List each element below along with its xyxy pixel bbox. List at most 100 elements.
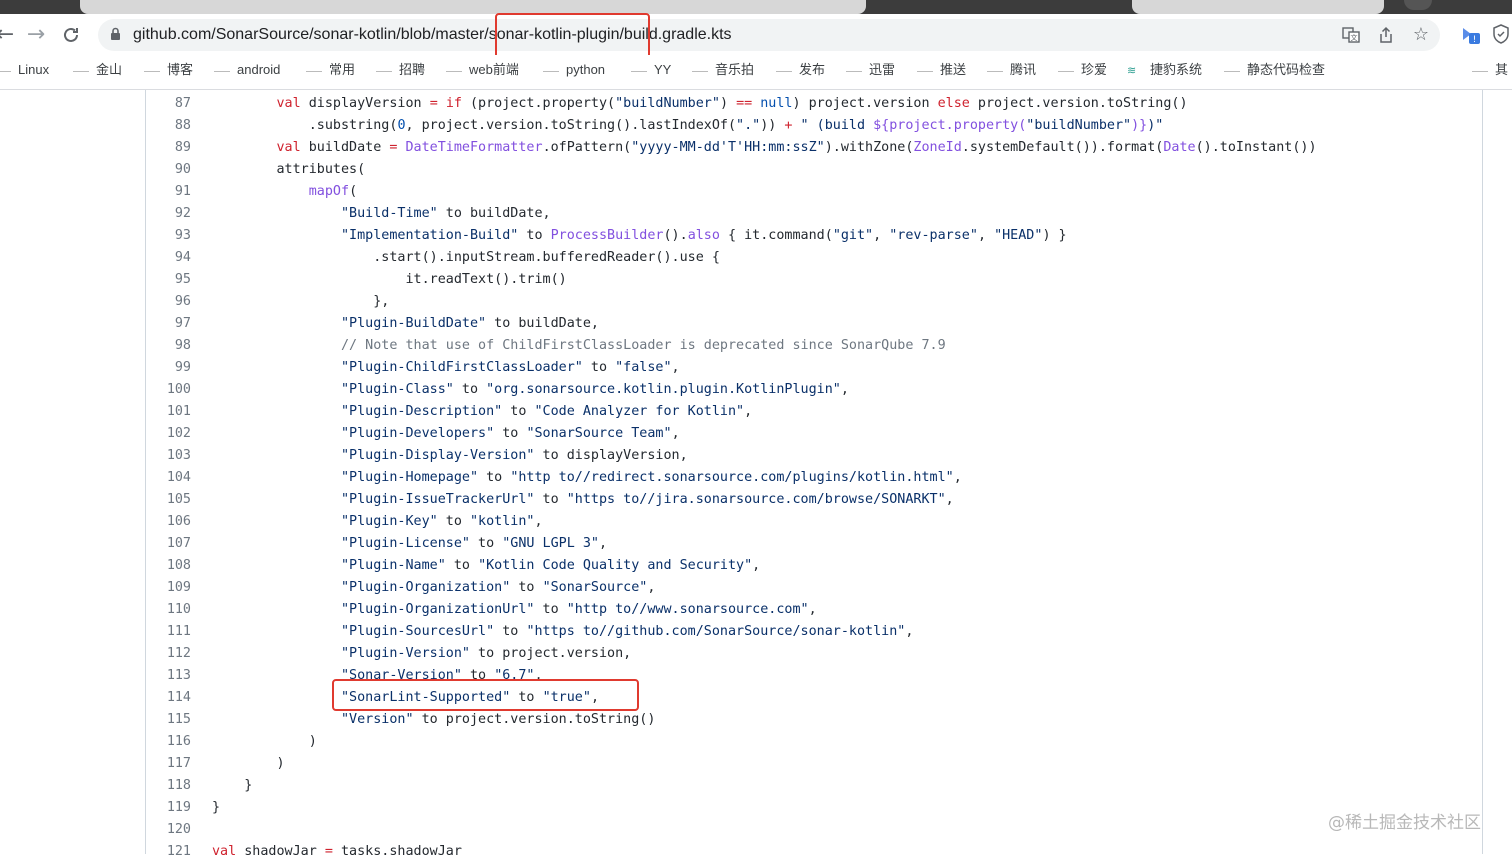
- code-line: 95 it.readText().trim(): [146, 269, 1482, 291]
- line-number[interactable]: 97: [146, 313, 191, 335]
- line-number[interactable]: 114: [146, 687, 191, 709]
- code-token: val: [276, 96, 301, 111]
- line-number[interactable]: 94: [146, 247, 191, 269]
- bookmark-item[interactable]: android: [214, 60, 280, 80]
- translate-icon[interactable]: 文: [1340, 24, 1362, 46]
- bookmark-item[interactable]: ≋ 捷豹系统: [1127, 60, 1202, 80]
- line-number[interactable]: 113: [146, 665, 191, 687]
- code-token: "Implementation-Build": [341, 228, 519, 243]
- new-tab-button[interactable]: [1404, 0, 1432, 10]
- bookmark-item[interactable]: 招聘: [376, 60, 425, 80]
- code-token: tasks.shadowJar: [332, 844, 462, 859]
- bookmark-item[interactable]: 博客: [144, 60, 193, 80]
- code-token: ${project.property(: [873, 118, 1027, 133]
- line-number[interactable]: 93: [146, 225, 191, 247]
- code-line: 98 // Note that use of ChildFirstClassLo…: [146, 335, 1482, 357]
- line-number[interactable]: 102: [146, 423, 191, 445]
- line-number[interactable]: 106: [146, 511, 191, 533]
- line-number[interactable]: 118: [146, 775, 191, 797]
- line-number[interactable]: 90: [146, 159, 191, 181]
- line-number[interactable]: 96: [146, 291, 191, 313]
- line-number[interactable]: 101: [146, 401, 191, 423]
- bookmark-item[interactable]: 常用: [306, 60, 355, 80]
- line-number[interactable]: 91: [146, 181, 191, 203]
- code-token: )): [760, 118, 785, 133]
- line-number[interactable]: 105: [146, 489, 191, 511]
- url-path: /SonarSource/sonar-kotlin/blob/master/so…: [211, 26, 732, 43]
- bookmark-item[interactable]: 迅雷: [846, 60, 895, 80]
- code-line: 120: [146, 819, 1482, 841]
- bookmark-overflow[interactable]: 其: [1472, 60, 1508, 80]
- line-number[interactable]: 117: [146, 753, 191, 775]
- code-token: "git": [832, 228, 874, 243]
- code-token: , project.version.toString().lastIndexOf…: [405, 118, 737, 133]
- folder-icon: [1472, 70, 1488, 72]
- code-token: also: [687, 228, 720, 243]
- code-text: val buildDate = DateTimeFormatter.ofPatt…: [212, 137, 1317, 159]
- bookmark-item[interactable]: 推送: [917, 60, 966, 80]
- bookmark-item[interactable]: 金山: [73, 60, 122, 80]
- browser-tab[interactable]: [80, 0, 866, 14]
- line-number[interactable]: 103: [146, 445, 191, 467]
- line-number[interactable]: 92: [146, 203, 191, 225]
- code-token: attributes(: [212, 162, 366, 177]
- reload-icon[interactable]: [58, 22, 84, 48]
- back-arrow-icon[interactable]: ←: [0, 22, 18, 48]
- line-number[interactable]: 87: [146, 93, 191, 115]
- line-number[interactable]: 104: [146, 467, 191, 489]
- code-token: ==: [736, 96, 753, 111]
- bookmark-item[interactable]: 音乐拍: [692, 60, 754, 80]
- code-token: ) project.version: [792, 96, 938, 111]
- tab-strip: [0, 0, 1512, 14]
- bookmark-item[interactable]: Linux: [0, 60, 49, 80]
- line-number[interactable]: 120: [146, 819, 191, 841]
- line-number[interactable]: 89: [146, 137, 191, 159]
- code-text: },: [212, 291, 389, 313]
- line-number[interactable]: 112: [146, 643, 191, 665]
- line-number[interactable]: 99: [146, 357, 191, 379]
- line-number[interactable]: 115: [146, 709, 191, 731]
- bookmark-item[interactable]: 发布: [776, 60, 825, 80]
- line-number[interactable]: 111: [146, 621, 191, 643]
- bookmark-item[interactable]: 珍爱: [1058, 60, 1107, 80]
- line-number[interactable]: 88: [146, 115, 191, 137]
- extension-icon[interactable]: !: [1460, 24, 1482, 46]
- code-token: .start().inputStream.bufferedReader().us…: [212, 250, 720, 265]
- line-number[interactable]: 108: [146, 555, 191, 577]
- shield-icon[interactable]: [1492, 24, 1512, 46]
- forward-arrow-icon[interactable]: →: [23, 22, 49, 48]
- code-text: "Version" to project.version.toString(): [212, 709, 655, 731]
- code-token: "SonarSource": [542, 580, 648, 595]
- code-token: ,: [808, 602, 817, 617]
- line-number[interactable]: 119: [146, 797, 191, 819]
- bookmark-item[interactable]: 腾讯: [987, 60, 1036, 80]
- line-number[interactable]: 95: [146, 269, 191, 291]
- code-token: "Plugin-Name": [341, 558, 446, 573]
- code-token: to: [445, 558, 479, 573]
- line-number[interactable]: 100: [146, 379, 191, 401]
- bookmark-item[interactable]: python: [543, 60, 605, 80]
- line-number[interactable]: 109: [146, 577, 191, 599]
- bookmark-label: web前端: [469, 62, 519, 77]
- share-icon[interactable]: [1375, 24, 1397, 46]
- lock-icon[interactable]: [110, 27, 121, 41]
- line-number[interactable]: 98: [146, 335, 191, 357]
- browser-tab[interactable]: [1132, 0, 1384, 14]
- folder-icon: [306, 70, 322, 72]
- bookmark-item[interactable]: YY: [631, 60, 671, 80]
- bookmark-item[interactable]: 静态代码检查: [1224, 60, 1325, 80]
- line-number[interactable]: 110: [146, 599, 191, 621]
- line-number[interactable]: 121: [146, 841, 191, 863]
- line-number[interactable]: 107: [146, 533, 191, 555]
- star-icon[interactable]: ☆: [1410, 24, 1432, 46]
- code-line: 97 "Plugin-BuildDate" to buildDate,: [146, 313, 1482, 335]
- line-number[interactable]: 116: [146, 731, 191, 753]
- code-token: ,: [534, 514, 543, 529]
- bookmark-item[interactable]: web前端: [446, 60, 519, 80]
